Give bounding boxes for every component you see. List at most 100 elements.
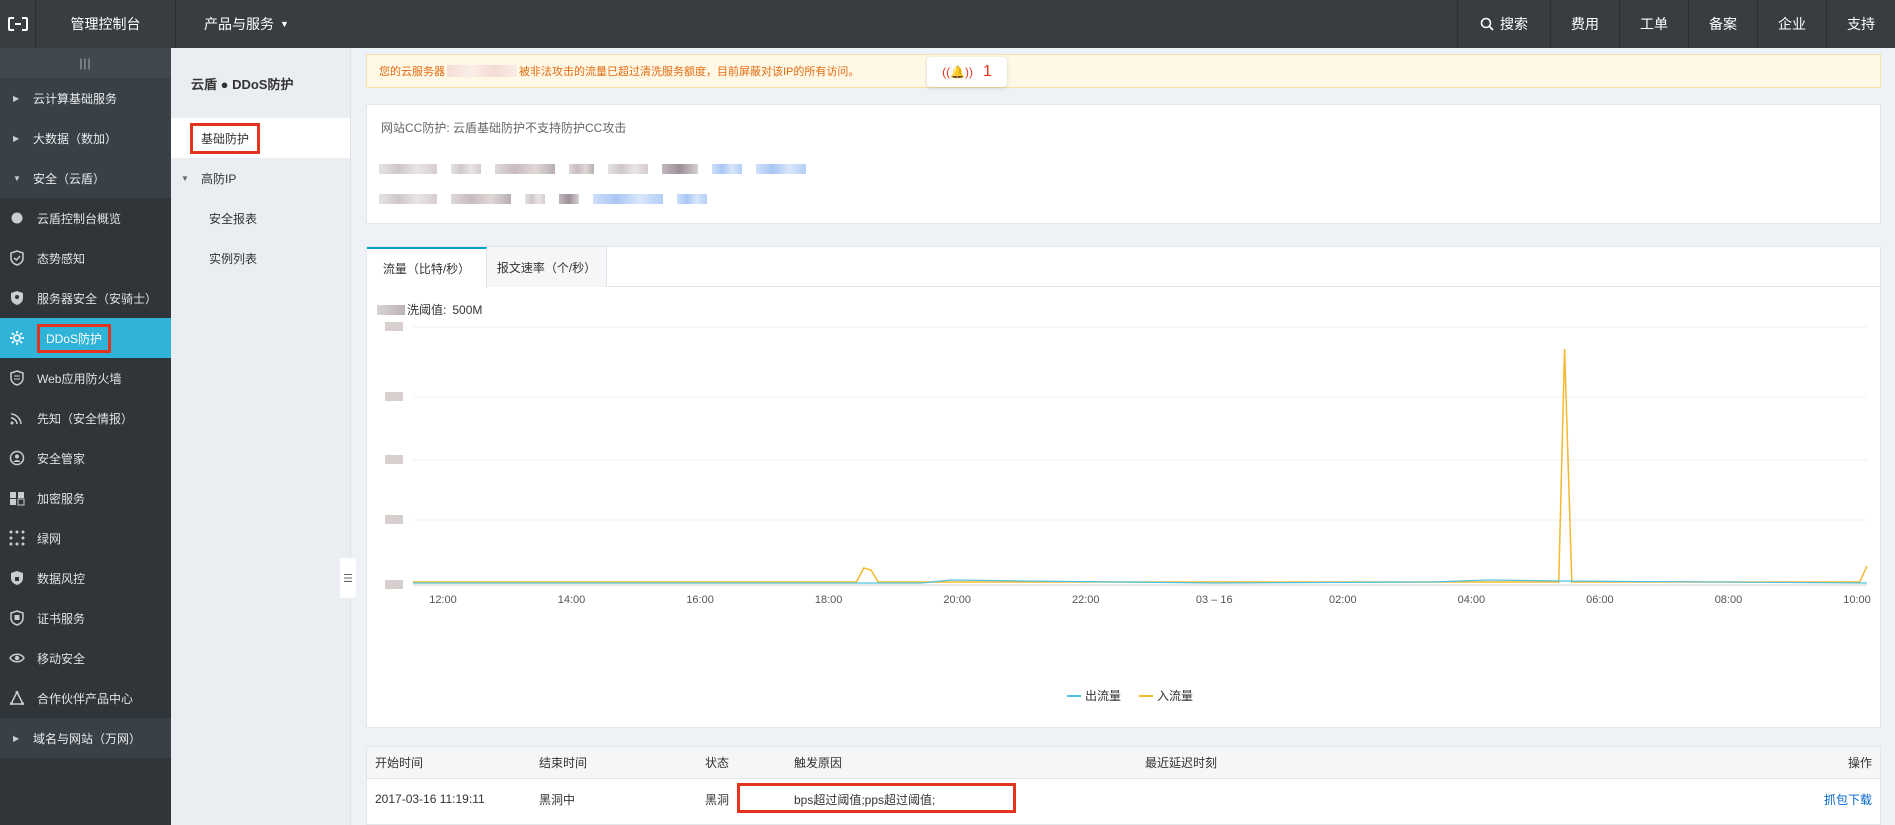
legend-item-in[interactable]: 入流量	[1139, 687, 1193, 704]
butler-icon	[9, 450, 25, 466]
console-home-link[interactable]: 管理控制台	[36, 0, 176, 48]
caret-right-icon: ▶	[13, 733, 20, 743]
tab-packet-rate[interactable]: 报文速率（个/秒）	[487, 247, 607, 287]
caret-down-icon: ▼	[181, 173, 189, 183]
x-tick-label: 02:00	[1329, 594, 1357, 606]
cell-status: 黑洞	[705, 792, 730, 807]
main-content: 您的云服务器 被非法攻击的流量已超过清洗服务额度，目前屏蔽对该IP的所有访问。 …	[351, 48, 1895, 825]
gear-icon	[9, 330, 25, 346]
risk-shield-icon	[9, 570, 25, 586]
sub-nav-label: 高防IP	[201, 171, 237, 186]
cell-start: 2017-03-16 11:19:11	[375, 792, 485, 806]
sub-nav-label: 实例列表	[209, 251, 258, 266]
sidebar-item-ddos[interactable]: DDoS防护	[0, 318, 171, 358]
products-label: 产品与服务	[204, 16, 274, 32]
sidebar-item-partner[interactable]: 合作伙伴产品中心	[0, 678, 171, 718]
eye-icon	[9, 650, 25, 666]
circle-icon	[9, 210, 25, 226]
sidebar-group-security[interactable]: ▼ 安全（云盾）	[0, 158, 171, 198]
header-status: 状态	[705, 756, 730, 770]
legend-item-out[interactable]: 出流量	[1067, 687, 1121, 704]
sidebar-item-label: DDoS防护	[37, 323, 112, 353]
sub-nav-instance-list[interactable]: 实例列表	[171, 238, 350, 278]
highlight-box	[737, 783, 1016, 813]
redacted-y-tick	[385, 455, 403, 464]
alert-bell-badge[interactable]: ((🔔)) 1	[927, 57, 1007, 87]
sidebar-item-overview[interactable]: 云盾控制台概览	[0, 198, 171, 238]
sidebar-group-cloud[interactable]: ▶ 云计算基础服务	[0, 78, 171, 118]
partner-icon	[9, 690, 25, 706]
sub-nav-basic-protection[interactable]: 基础防护	[171, 118, 350, 158]
instance-info-card: 网站CC防护: 云盾基础防护不支持防护CC攻击	[366, 104, 1881, 224]
sidebar-item-label: 加密服务	[37, 491, 86, 506]
bell-icon: ((🔔))	[942, 65, 974, 79]
sub-nav-high-ip[interactable]: ▼ 高防IP	[171, 158, 350, 198]
x-tick-label: 18:00	[815, 594, 843, 606]
caret-down-icon: ▼	[13, 173, 21, 183]
sidebar-item-label: 合作伙伴产品中心	[37, 691, 134, 706]
sidebar-group-label: 大数据（数加）	[33, 131, 118, 146]
nav-support[interactable]: 支持	[1826, 0, 1895, 48]
redacted-ip	[447, 65, 517, 77]
caret-right-icon: ▶	[13, 133, 20, 143]
sidebar-item-risk[interactable]: 数据风控	[0, 558, 171, 598]
chevron-down-icon: ▼	[280, 19, 289, 29]
table-header: 开始时间 结束时间 状态 触发原因 最近延迟时刻 操作	[367, 747, 1880, 779]
sub-nav: 云盾 ● DDoS防护 基础防护 ▼ 高防IP 安全报表 实例列表 ☰	[171, 48, 356, 825]
x-tick-label: 20:00	[943, 594, 971, 606]
nav-icp-label: 备案	[1709, 16, 1737, 32]
capture-download-link[interactable]: 抓包下载	[1824, 791, 1872, 808]
chart-legend: 出流量 入流量	[1067, 687, 1193, 704]
header-op: 操作	[1847, 756, 1872, 770]
legend-label: 入流量	[1157, 689, 1194, 703]
nav-billing[interactable]: 费用	[1550, 0, 1619, 48]
sidebar-item-certificate[interactable]: 证书服务	[0, 598, 171, 638]
aliyun-logo[interactable]	[0, 0, 36, 48]
sidebar-group-bigdata[interactable]: ▶ 大数据（数加）	[0, 118, 171, 158]
blackhole-events-table: 开始时间 结束时间 状态 触发原因 最近延迟时刻 操作 2017-03-16 1…	[366, 746, 1881, 825]
nav-support-label: 支持	[1847, 16, 1875, 32]
sidebar-item-label: 证书服务	[37, 611, 86, 626]
series-line-in	[413, 348, 1868, 583]
nav-ticket-label: 工单	[1640, 16, 1668, 32]
nav-search[interactable]: 搜索	[1457, 0, 1550, 48]
tab-label: 流量（比特/秒）	[382, 262, 471, 276]
sidebar-item-server-security[interactable]: 服务器安全（安骑士）	[0, 278, 171, 318]
chart-tabs: 流量（比特/秒） 报文速率（个/秒）	[367, 247, 1880, 288]
sidebar-item-label: 服务器安全（安骑士）	[37, 291, 158, 306]
encrypt-icon	[9, 490, 25, 506]
nav-enterprise[interactable]: 企业	[1757, 0, 1826, 48]
sidebar-item-green-net[interactable]: 绿网	[0, 518, 171, 558]
certificate-icon	[9, 610, 25, 626]
nav-search-label: 搜索	[1500, 16, 1528, 32]
sidebar-item-situation[interactable]: 态势感知	[0, 238, 171, 278]
shield-user-icon	[9, 290, 25, 306]
sidebar-group-label: 安全（云盾）	[33, 171, 106, 186]
products-menu[interactable]: 产品与服务 ▼	[176, 0, 311, 48]
sidebar-item-butler[interactable]: 安全管家	[0, 438, 171, 478]
tab-traffic[interactable]: 流量（比特/秒）	[367, 247, 487, 288]
x-tick-label: 22:00	[1072, 594, 1100, 606]
sidebar-group-domain[interactable]: ▶ 域名与网站（万网）	[0, 718, 171, 758]
search-icon	[1480, 17, 1494, 31]
sidebar-group-label: 域名与网站（万网）	[33, 731, 142, 746]
x-tick-label: 12:00	[429, 594, 457, 606]
blackhole-alert: 您的云服务器 被非法攻击的流量已超过清洗服务额度，目前屏蔽对该IP的所有访问。 …	[366, 54, 1881, 88]
nav-icp[interactable]: 备案	[1688, 0, 1757, 48]
x-tick-label: 08:00	[1715, 594, 1743, 606]
sub-nav-security-report[interactable]: 安全报表	[171, 198, 350, 238]
redacted-y-tick	[385, 515, 403, 524]
alert-count: 1	[983, 63, 992, 80]
logo-icon	[7, 17, 28, 31]
top-bar: 管理控制台 产品与服务 ▼ 搜索 费用 工单 备案 企业 支持	[0, 0, 1895, 48]
redacted-y-tick	[385, 392, 403, 401]
sidebar-item-encryption[interactable]: 加密服务	[0, 478, 171, 518]
sidebar-item-waf[interactable]: Web应用防火墙	[0, 358, 171, 398]
radar-icon	[9, 410, 25, 426]
nav-ticket[interactable]: 工单	[1619, 0, 1688, 48]
sidebar-item-mobile-security[interactable]: 移动安全	[0, 638, 171, 678]
sidebar-item-xianzhi[interactable]: 先知（安全情报）	[0, 398, 171, 438]
traffic-chart-card: 流量（比特/秒） 报文速率（个/秒） 洗阈值: 500M 12:00 14:00 1…	[366, 246, 1881, 728]
sub-nav-label: 基础防护	[190, 122, 261, 154]
sidebar-collapse-handle[interactable]: |||	[0, 48, 171, 78]
